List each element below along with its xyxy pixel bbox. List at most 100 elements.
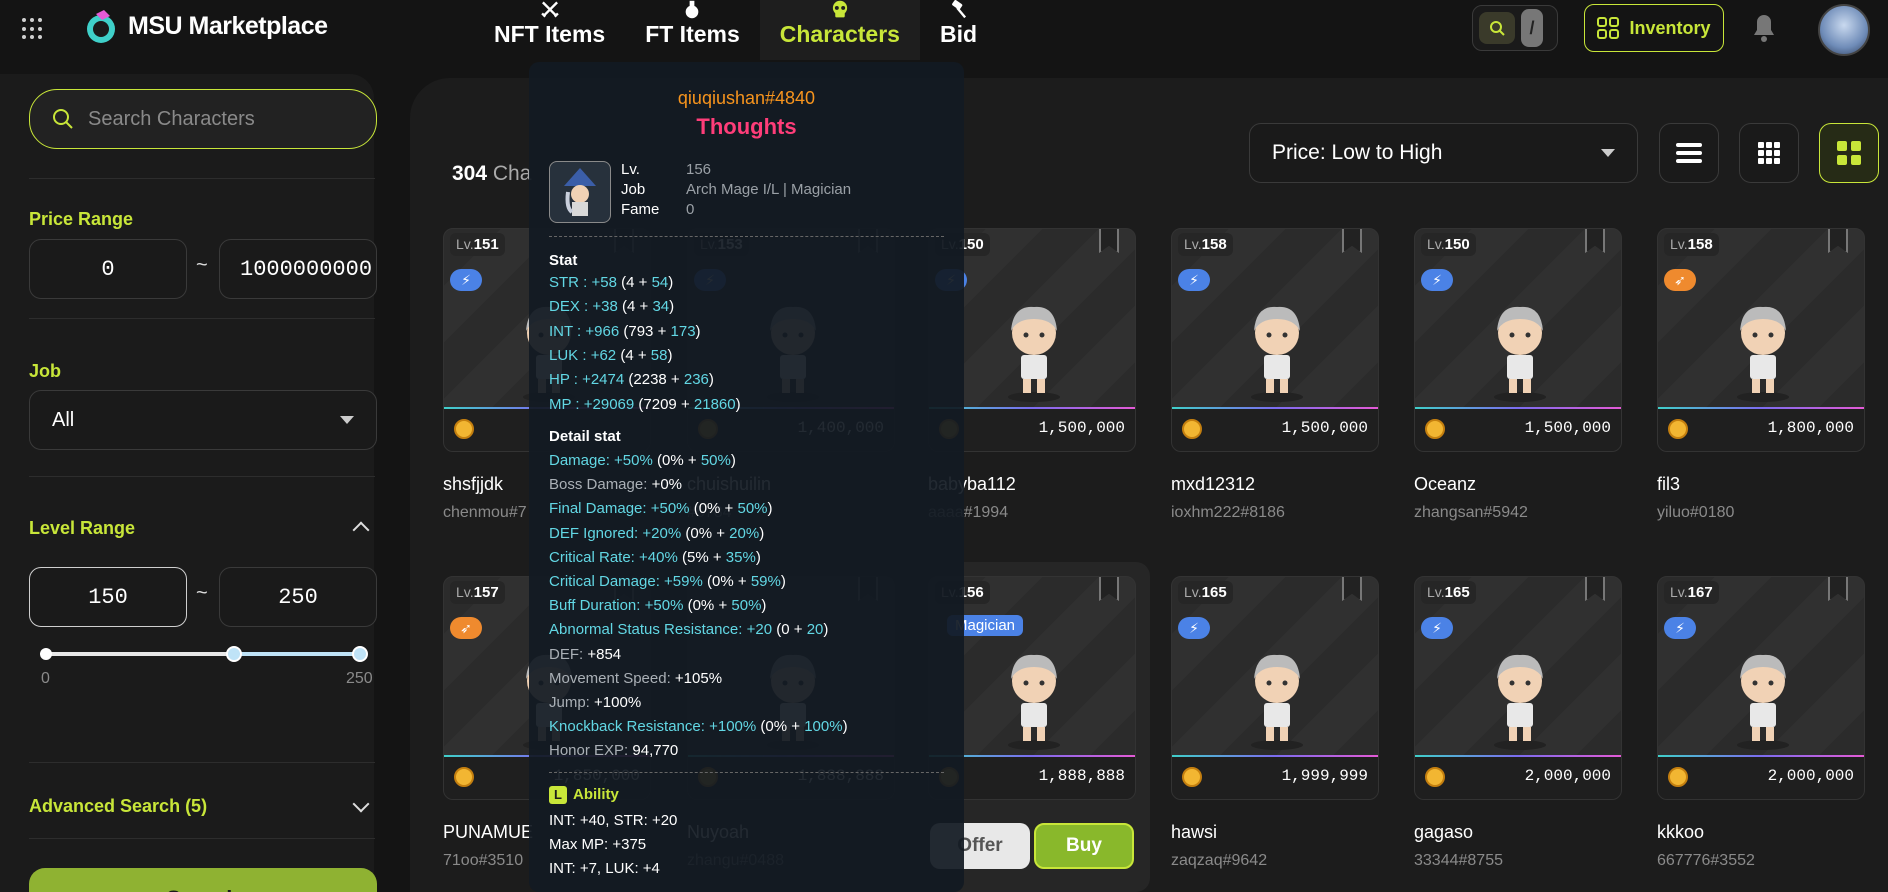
detail-stat-line: Boss Damage: +0% xyxy=(549,476,682,493)
card-character-name[interactable]: Oceanz xyxy=(1414,474,1476,495)
search-input[interactable] xyxy=(88,107,348,131)
card-character-name[interactable]: gagaso xyxy=(1414,822,1473,843)
bookmark-icon[interactable] xyxy=(1342,229,1362,253)
character-card[interactable]: Lv.158 ➶ 1,800,000 xyxy=(1657,228,1865,452)
card-owner: 33344#8755 xyxy=(1414,852,1503,869)
slider-max-label: 250 xyxy=(346,670,373,687)
detail-key: Abnormal Status Resistance: xyxy=(549,621,743,639)
bookmark-icon[interactable] xyxy=(1585,577,1605,601)
detail-total: +50% xyxy=(614,452,653,469)
price-min-input[interactable]: 0 xyxy=(29,239,187,299)
price-max-input[interactable]: 1000000000 xyxy=(219,239,377,299)
search-button[interactable]: Search xyxy=(29,868,377,892)
buy-button[interactable]: Buy xyxy=(1034,823,1134,869)
level-number: 158 xyxy=(1687,236,1713,253)
inventory-grid-icon xyxy=(1597,17,1620,39)
character-card[interactable]: Lv.167 ⚡ 2,000,000 xyxy=(1657,576,1865,800)
character-tooltip: qiuqiushan#4840 Thoughts Lv. 156 Job Arc… xyxy=(529,62,964,892)
stat-total: +29069 xyxy=(583,395,635,413)
list-view-button[interactable] xyxy=(1659,123,1719,183)
detail-base: 0% xyxy=(698,500,721,518)
bookmark-icon[interactable] xyxy=(1585,229,1605,253)
stat-line: INT : +966 (793 + 173) xyxy=(549,322,701,340)
nav-nft-items[interactable]: NFT Items xyxy=(474,0,625,60)
wand-icon: ⚡ xyxy=(1178,269,1210,291)
slider-high-handle[interactable] xyxy=(352,646,368,662)
card-owner: zaqzaq#9642 xyxy=(1171,852,1268,869)
character-card[interactable]: Lv.165 ⚡ 1,999,999 xyxy=(1171,576,1379,800)
nav-label: Bid xyxy=(939,21,978,47)
level-number: 158 xyxy=(1201,236,1227,253)
level-max-input[interactable]: 250 xyxy=(219,567,377,627)
bookmark-icon[interactable] xyxy=(1342,577,1362,601)
advanced-search-toggle[interactable]: Advanced Search (5) xyxy=(29,796,207,817)
nav-ft-items[interactable]: FT Items xyxy=(625,0,760,60)
result-count-number: 304 xyxy=(452,162,488,185)
job-select[interactable]: All xyxy=(29,390,377,450)
stat-bonus: 173 xyxy=(670,322,696,340)
user-avatar[interactable] xyxy=(1818,4,1870,56)
level-prefix: Lv. xyxy=(1427,236,1445,252)
card-character-name[interactable]: hawsi xyxy=(1171,822,1217,843)
large-grid-view-button[interactable] xyxy=(1819,123,1879,183)
sort-select[interactable]: Price: Low to High xyxy=(1249,123,1638,183)
divider xyxy=(29,762,375,763)
character-sprite xyxy=(1008,306,1060,402)
slider-low-handle[interactable] xyxy=(226,646,243,662)
card-level: Lv.158 xyxy=(1664,233,1719,256)
level-min-input[interactable]: 150 xyxy=(29,567,187,627)
character-sprite xyxy=(1494,306,1546,402)
card-character-name[interactable]: shsfjjdk xyxy=(443,474,503,495)
search-icon[interactable] xyxy=(1479,12,1515,44)
chevron-down-icon[interactable] xyxy=(352,795,370,813)
bookmark-icon[interactable] xyxy=(1099,229,1119,253)
character-card[interactable]: Lv.150 ⚡ 1,500,000 xyxy=(1414,228,1622,452)
level-number: 157 xyxy=(473,584,499,601)
detail-total: +50% xyxy=(650,500,690,518)
nav-bid[interactable]: Bid xyxy=(920,0,997,60)
detail-bonus: 35% xyxy=(725,548,756,566)
stat-line: DEX : +38 (4 + 34) xyxy=(549,298,675,316)
detail-base: 0% xyxy=(690,524,713,542)
card-price: 2,000,000 xyxy=(1767,767,1854,785)
detail-bonus: 50% xyxy=(731,597,762,615)
card-character-name[interactable]: kkkoo xyxy=(1657,822,1704,843)
nav-characters[interactable]: Characters xyxy=(759,0,920,60)
stat-key: DEX : xyxy=(549,298,589,316)
detail-stat-line: Movement Speed: +105% xyxy=(549,670,722,687)
slash-shortcut[interactable]: / xyxy=(1521,9,1543,47)
level-value: 156 xyxy=(686,161,712,178)
bookmark-icon[interactable] xyxy=(1828,577,1848,601)
character-search[interactable] xyxy=(29,89,377,149)
bookmark-icon[interactable] xyxy=(1099,577,1119,601)
apps-grid-icon[interactable] xyxy=(22,18,44,40)
stat-line: HP : +2474 (2238 + 236) xyxy=(549,371,714,389)
level-key: Lv. xyxy=(621,161,640,178)
inventory-button[interactable]: Inventory xyxy=(1584,4,1724,52)
detail-bonus: 59% xyxy=(750,573,781,590)
ability-grade-badge: L xyxy=(549,786,567,804)
site-logo[interactable]: MSU Marketplace xyxy=(82,8,328,44)
detail-base: 0% xyxy=(662,452,684,469)
chevron-up-icon[interactable] xyxy=(352,521,370,539)
detail-stat-line: Abnormal Status Resistance: +20 (0 + 20) xyxy=(549,621,829,639)
divider xyxy=(29,476,375,477)
character-card[interactable]: Lv.158 ⚡ 1,500,000 xyxy=(1171,228,1379,452)
bell-icon[interactable] xyxy=(1748,10,1780,44)
detail-total: +20% xyxy=(642,524,682,542)
character-card[interactable]: Lv.165 ⚡ 2,000,000 xyxy=(1414,576,1622,800)
card-character-name[interactable]: PUNAMUE xyxy=(443,822,533,843)
detail-key: Movement Speed: xyxy=(549,669,671,687)
small-grid-view-button[interactable] xyxy=(1739,123,1799,183)
bookmark-icon[interactable] xyxy=(1828,229,1848,253)
card-character-name[interactable]: fil3 xyxy=(1657,474,1680,495)
detail-key: Jump: xyxy=(549,694,590,711)
bow-icon: ➶ xyxy=(450,617,482,639)
level-prefix: Lv. xyxy=(1184,584,1202,600)
detail-key: Final Damage: xyxy=(549,500,647,518)
card-character-name[interactable]: mxd12312 xyxy=(1171,474,1255,495)
search-toggle[interactable]: / xyxy=(1472,5,1558,51)
card-owner: yiluo#0180 xyxy=(1657,504,1735,521)
level-slider[interactable] xyxy=(40,646,368,662)
detail-total: +105% xyxy=(674,669,723,687)
